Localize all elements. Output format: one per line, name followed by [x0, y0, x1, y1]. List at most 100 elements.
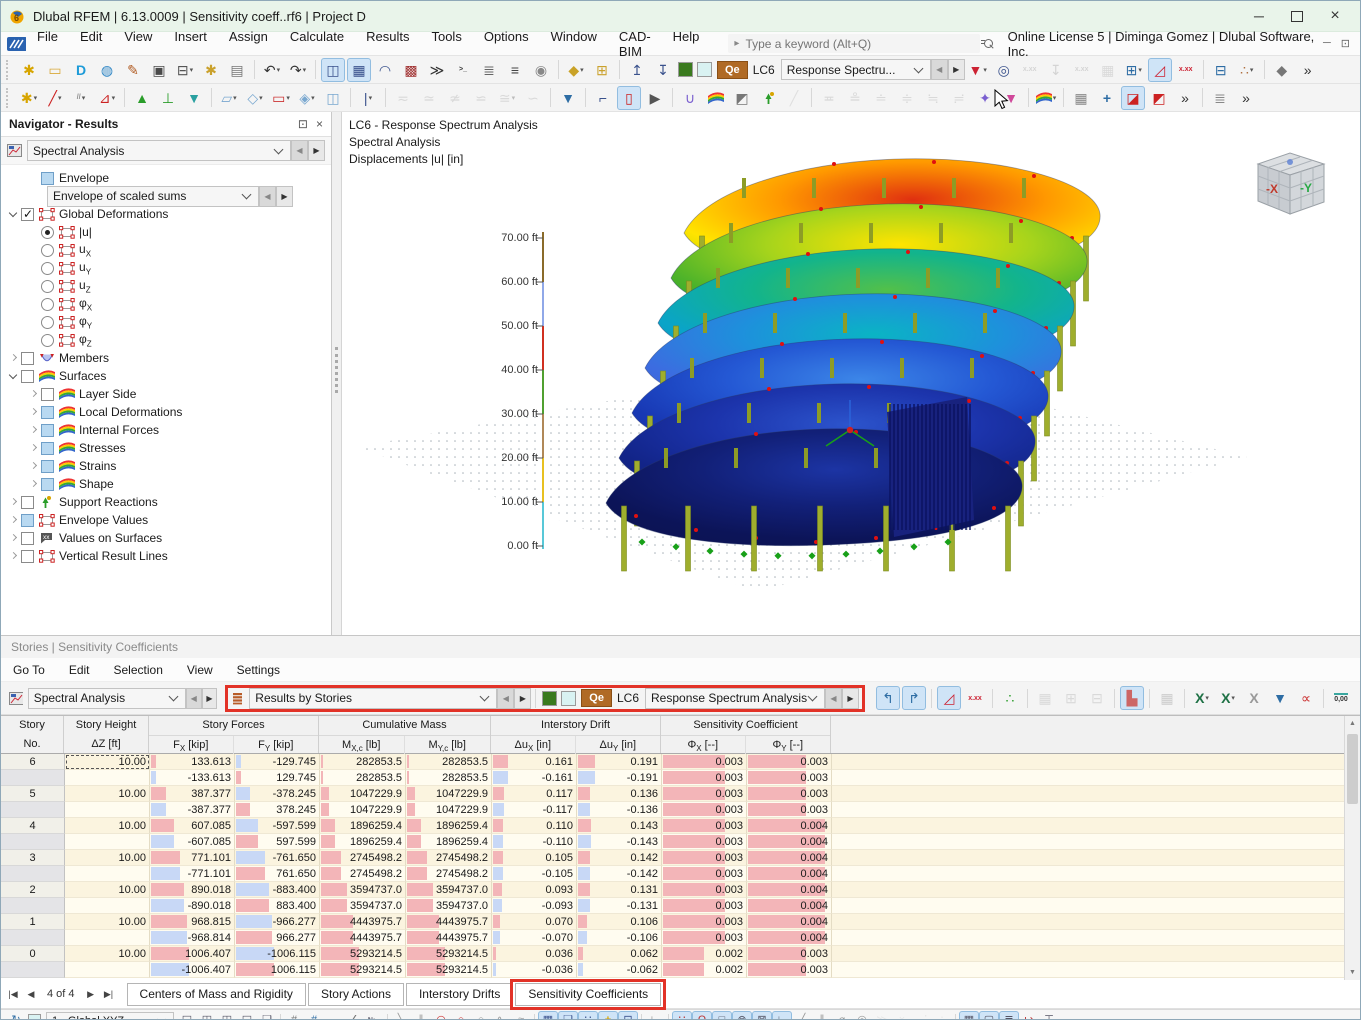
- tree-radio[interactable]: [41, 226, 54, 239]
- dux-value-cell[interactable]: 0.093: [492, 882, 577, 898]
- envelope-prev-button[interactable]: ◀: [259, 186, 276, 207]
- double-line-icon[interactable]: ∥: [411, 1011, 431, 1020]
- phiy-value-cell[interactable]: 0.004: [747, 930, 832, 946]
- story-number-cell[interactable]: [1, 898, 65, 914]
- new-line-icon[interactable]: ╱▾: [43, 86, 67, 110]
- story-height-cell[interactable]: [65, 898, 150, 914]
- tree-item-envelope-of-scaled-sums[interactable]: Envelope of scaled sums◀▶: [1, 187, 331, 205]
- tree-radio[interactable]: [41, 298, 54, 311]
- values-on-nodes-icon[interactable]: ◎: [992, 58, 1016, 82]
- myc-value-cell[interactable]: 282853.5: [406, 770, 492, 786]
- maximize-button[interactable]: [1280, 4, 1314, 28]
- section-plane-flip-icon[interactable]: ◩: [1147, 86, 1171, 110]
- empty-cell[interactable]: [832, 754, 1360, 770]
- mxc-value-cell[interactable]: 4443975.7: [320, 930, 406, 946]
- dux-value-cell[interactable]: -0.070: [492, 930, 577, 946]
- fe-mesh-icon[interactable]: ▦: [1069, 86, 1093, 110]
- redo-table-icon[interactable]: ↱: [902, 686, 926, 710]
- tab-story-actions[interactable]: Story Actions: [308, 983, 404, 1006]
- ribbon-layout-icon[interactable]: ⊡: [1341, 37, 1350, 50]
- online-services-icon[interactable]: ◉: [529, 58, 553, 82]
- dux-value-cell[interactable]: 0.105: [492, 850, 577, 866]
- tables-panel-icon[interactable]: ▦: [347, 58, 371, 82]
- tree-item-u-z[interactable]: uZ: [1, 277, 331, 295]
- fy-value-cell[interactable]: 1006.115: [235, 962, 320, 978]
- tab-centers-of-mass-and-rigidity[interactable]: Centers of Mass and Rigidity: [127, 983, 306, 1006]
- empty-cell[interactable]: [832, 818, 1360, 834]
- render-mode-icon[interactable]: ◩: [730, 86, 754, 110]
- display-properties-icon[interactable]: ▩: [399, 58, 423, 82]
- first-record-button[interactable]: |◀: [5, 985, 21, 1003]
- dux-value-cell[interactable]: -0.036: [492, 962, 577, 978]
- undo-table-icon[interactable]: ↰: [876, 686, 900, 710]
- snap-endpoint-icon[interactable]: □: [712, 1011, 732, 1020]
- tree-checkbox[interactable]: [41, 172, 54, 185]
- navigator-next-button[interactable]: ▶: [308, 140, 325, 161]
- empty-cell[interactable]: [832, 786, 1360, 802]
- tree-item-layer-side[interactable]: Layer Side: [1, 385, 331, 403]
- duy-value-cell[interactable]: 0.142: [577, 850, 662, 866]
- empty-cell[interactable]: [832, 770, 1360, 786]
- mxc-value-cell[interactable]: 3594737.0: [320, 898, 406, 914]
- dux-value-cell[interactable]: -0.093: [492, 898, 577, 914]
- search-box[interactable]: ▸: [728, 34, 980, 53]
- story-number-cell[interactable]: [1, 866, 65, 882]
- surface-results-icon[interactable]: [704, 86, 728, 110]
- mxc-value-cell[interactable]: 2745498.2: [320, 850, 406, 866]
- load-case-combo[interactable]: Response Spectru...: [781, 59, 931, 80]
- tree-expander-icon[interactable]: [7, 532, 19, 544]
- stories-stack-icon[interactable]: ≣: [1208, 86, 1232, 110]
- renumber-icon[interactable]: ∴▾: [1235, 58, 1259, 82]
- result-values-icon[interactable]: x.xx: [1174, 58, 1198, 82]
- tree-item-support-reactions[interactable]: Support Reactions: [1, 493, 331, 511]
- tree-item-z[interactable]: φZ: [1, 331, 331, 349]
- fy-value-cell[interactable]: -129.745: [235, 754, 320, 770]
- mxc-value-cell[interactable]: 1047229.9: [320, 802, 406, 818]
- undo-icon[interactable]: ↶▾: [260, 58, 284, 82]
- fx-value-cell[interactable]: 607.085: [150, 818, 235, 834]
- fx-value-cell[interactable]: -1006.407: [150, 962, 235, 978]
- duy-value-cell[interactable]: -0.106: [577, 930, 662, 946]
- story-number-cell[interactable]: 3: [1, 850, 65, 866]
- tree-radio[interactable]: [41, 244, 54, 257]
- panel-menu-go-to[interactable]: Go To: [1, 661, 57, 679]
- new-node-icon[interactable]: ✱▾: [17, 86, 41, 110]
- tree-checkbox[interactable]: [21, 532, 34, 545]
- phiy-value-cell[interactable]: 0.004: [747, 850, 832, 866]
- tree-expander-icon[interactable]: [7, 550, 19, 562]
- phiy-value-cell[interactable]: 0.004: [747, 882, 832, 898]
- view-frame-icon[interactable]: ▯: [617, 86, 641, 110]
- dux-value-cell[interactable]: 0.070: [492, 914, 577, 930]
- parabola-tool-icon[interactable]: ∿: [491, 1011, 511, 1020]
- excel-export-icon[interactable]: X▾: [1190, 686, 1214, 710]
- workplane-xz-icon[interactable]: ◳: [217, 1011, 237, 1020]
- color-scale-icon[interactable]: ▾: [1034, 86, 1058, 110]
- story-number-cell[interactable]: 1: [1, 914, 65, 930]
- diagonal-line-icon[interactable]: ╲: [391, 1011, 411, 1020]
- magnet-snap-icon[interactable]: Ω: [692, 1011, 712, 1020]
- story-number-cell[interactable]: [1, 770, 65, 786]
- fx-value-cell[interactable]: 771.101: [150, 850, 235, 866]
- duy-value-cell[interactable]: 0.143: [577, 818, 662, 834]
- printout-report-icon[interactable]: ▤: [225, 58, 249, 82]
- script-console-icon[interactable]: >_: [451, 58, 475, 82]
- myc-value-cell[interactable]: 5293214.5: [406, 946, 492, 962]
- story-number-cell[interactable]: 0: [1, 946, 65, 962]
- story-number-cell[interactable]: 4: [1, 818, 65, 834]
- menu-cad-bim[interactable]: CAD-BIM: [608, 27, 662, 61]
- mxc-value-cell[interactable]: 5293214.5: [320, 962, 406, 978]
- print-icon[interactable]: ⊟▾: [173, 58, 197, 82]
- table-filter-icon[interactable]: ▼: [1268, 686, 1292, 710]
- fy-value-cell[interactable]: 761.650: [235, 866, 320, 882]
- duy-value-cell[interactable]: 0.062: [577, 946, 662, 962]
- tree-checkbox[interactable]: [21, 208, 34, 221]
- results-prev-button[interactable]: ◀: [497, 688, 514, 709]
- phix-value-cell[interactable]: 0.003: [662, 914, 747, 930]
- mxc-value-cell[interactable]: 282853.5: [320, 770, 406, 786]
- tree-item-y[interactable]: φY: [1, 313, 331, 331]
- tree-checkbox[interactable]: [21, 352, 34, 365]
- story-height-cell[interactable]: [65, 770, 150, 786]
- tab-interstory-drifts[interactable]: Interstory Drifts: [406, 983, 513, 1006]
- phix-value-cell[interactable]: 0.002: [662, 962, 747, 978]
- tree-expander-icon[interactable]: [7, 496, 19, 508]
